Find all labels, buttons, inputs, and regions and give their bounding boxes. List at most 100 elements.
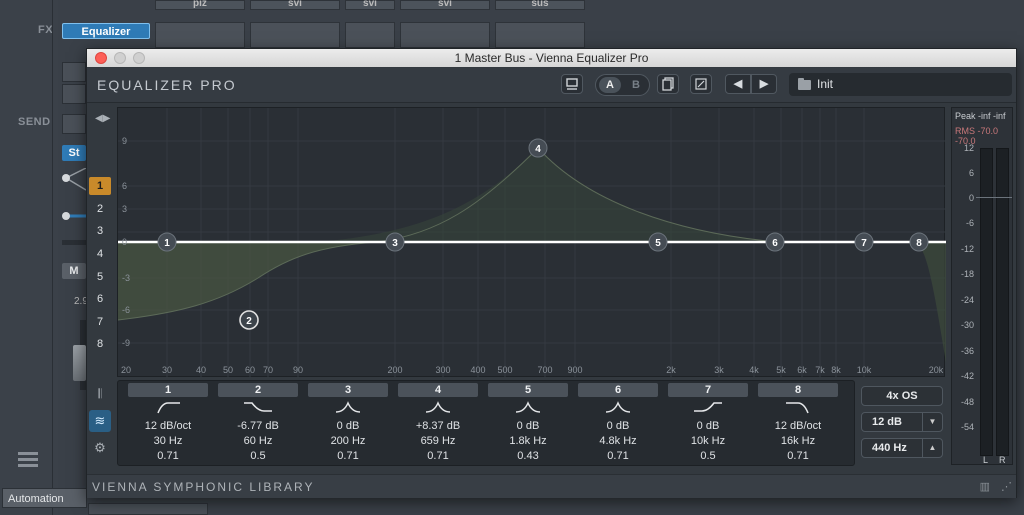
b-button[interactable]: B — [625, 77, 647, 93]
band-select-5[interactable]: 5 — [89, 268, 111, 286]
stereo-button[interactable]: St — [62, 145, 86, 161]
zoom-window-button[interactable] — [133, 52, 145, 64]
band-number[interactable]: 2 — [218, 383, 298, 397]
band-freq[interactable]: 659 Hz — [398, 434, 478, 449]
band-number[interactable]: 3 — [308, 383, 388, 397]
band-q[interactable]: 0.5 — [218, 449, 298, 464]
resize-handle-icon[interactable]: ⋰ — [1001, 480, 1012, 493]
band-freq[interactable]: 30 Hz — [128, 434, 208, 449]
high-pass-icon[interactable] — [128, 397, 208, 419]
band-number[interactable]: 1 — [128, 383, 208, 397]
band-select-7[interactable]: 7 — [89, 313, 111, 331]
top-slot[interactable]: svi — [250, 0, 340, 10]
low-pass-icon[interactable] — [758, 397, 838, 419]
peak-icon[interactable] — [488, 397, 568, 419]
band-q[interactable]: 0.71 — [398, 449, 478, 464]
band-select-4[interactable]: 4 — [89, 245, 111, 263]
insert-cell[interactable] — [495, 22, 585, 48]
close-window-button[interactable] — [95, 52, 107, 64]
automation-tab[interactable]: Automation — [2, 488, 87, 508]
band-gain[interactable]: 0 dB — [578, 419, 658, 434]
send-slot[interactable] — [62, 114, 86, 134]
oversampling-button[interactable]: 4x OS — [861, 386, 943, 406]
minimize-window-button[interactable] — [114, 52, 126, 64]
preset-selector[interactable]: Init — [789, 73, 1012, 96]
equalizer-slot-button[interactable]: Equalizer — [62, 23, 150, 39]
band-gain[interactable]: 0 dB — [668, 419, 748, 434]
band-gain[interactable]: 12 dB/oct — [128, 419, 208, 434]
band-freq[interactable]: 60 Hz — [218, 434, 298, 449]
band-select-8[interactable]: 8 — [89, 335, 111, 353]
piano-icon[interactable]: 𝄃 — [89, 383, 111, 405]
top-slot[interactable]: svi — [400, 0, 490, 10]
settings-icon[interactable]: ⚙ — [89, 437, 111, 459]
band-freq[interactable]: 16k Hz — [758, 434, 838, 449]
band-q[interactable]: 0.71 — [308, 449, 388, 464]
ab-compare-switch[interactable]: A B — [595, 74, 650, 96]
freq-label: 20k — [929, 365, 944, 375]
meter-left-label: L — [983, 455, 989, 465]
window-titlebar[interactable]: 1 Master Bus - Vienna Equalizer Pro — [87, 49, 1016, 67]
next-preset-icon[interactable]: ▶ — [751, 74, 777, 94]
band-select-6[interactable]: 6 — [89, 290, 111, 308]
band-q[interactable]: 0.5 — [668, 449, 748, 464]
peak-icon[interactable] — [308, 397, 388, 419]
low-shelf-icon[interactable] — [218, 397, 298, 419]
band-number[interactable]: 6 — [578, 383, 658, 397]
insert-cell[interactable] — [250, 22, 340, 48]
band-gain[interactable]: 0 dB — [308, 419, 388, 434]
peak-icon[interactable] — [398, 397, 478, 419]
daw-right-edge — [1017, 0, 1024, 515]
db-label: 6 — [122, 181, 127, 191]
band-select-3[interactable]: 3 — [89, 222, 111, 240]
peak-icon[interactable] — [578, 397, 658, 419]
top-slot[interactable]: sus — [495, 0, 585, 10]
freq-label: 4k — [749, 365, 759, 375]
band-q[interactable]: 0.43 — [488, 449, 568, 464]
band-column-7: 7 0 dB 10k Hz 0.5 — [668, 383, 748, 464]
band-freq[interactable]: 1.8k Hz — [488, 434, 568, 449]
copy-icon[interactable] — [657, 74, 679, 94]
meter-icon[interactable]: ▥ — [980, 480, 990, 493]
band-parameters: 1 12 dB/oct 30 Hz 0.71 2 -6.77 dB 60 Hz … — [117, 380, 855, 466]
band-column-6: 6 0 dB 4.8k Hz 0.71 — [578, 383, 658, 464]
band-q[interactable]: 0.71 — [128, 449, 208, 464]
band-select-2[interactable]: 2 — [89, 200, 111, 218]
mute-button[interactable]: M — [62, 263, 86, 279]
bottom-tab[interactable] — [88, 503, 208, 515]
insert-cell[interactable] — [345, 22, 395, 48]
eq-graph[interactable]: 1 2 3 4 5 6 7 8 9 6 3 0 -3 -6 -9 20 30 4… — [117, 107, 946, 378]
band-q[interactable]: 0.71 — [578, 449, 658, 464]
screen-icon[interactable] — [561, 74, 583, 94]
band-gain[interactable]: 0 dB — [488, 419, 568, 434]
range-select[interactable]: 12 dB ▼ — [861, 412, 943, 432]
fx-slot[interactable] — [62, 84, 86, 104]
menu-icon[interactable] — [18, 452, 38, 468]
band-select-1[interactable]: 1 — [89, 177, 111, 195]
band-number[interactable]: 5 — [488, 383, 568, 397]
high-shelf-icon[interactable] — [668, 397, 748, 419]
stepper-icon[interactable]: ▲ — [922, 439, 942, 457]
volume-fader-handle[interactable] — [73, 345, 86, 381]
resize-icon[interactable] — [690, 74, 712, 94]
band-number[interactable]: 4 — [398, 383, 478, 397]
band-gain[interactable]: -6.77 dB — [218, 419, 298, 434]
fx-slot[interactable] — [62, 62, 86, 82]
tuning-stepper[interactable]: 440 Hz ▲ — [861, 438, 943, 458]
insert-cell[interactable] — [155, 22, 245, 48]
insert-cell[interactable] — [400, 22, 490, 48]
top-slot[interactable]: piz — [155, 0, 245, 10]
band-freq[interactable]: 10k Hz — [668, 434, 748, 449]
band-freq[interactable]: 200 Hz — [308, 434, 388, 449]
pan-widget[interactable] — [60, 168, 88, 224]
band-gain[interactable]: +8.37 dB — [398, 419, 478, 434]
band-freq[interactable]: 4.8k Hz — [578, 434, 658, 449]
band-q[interactable]: 0.71 — [758, 449, 838, 464]
eq-view-icon[interactable]: ≋ — [89, 410, 111, 432]
top-slot[interactable]: svi — [345, 0, 395, 10]
band-number[interactable]: 7 — [668, 383, 748, 397]
band-gain[interactable]: 12 dB/oct — [758, 419, 838, 434]
a-button[interactable]: A — [599, 77, 621, 93]
band-number[interactable]: 8 — [758, 383, 838, 397]
prev-preset-icon[interactable]: ◀ — [725, 74, 751, 94]
